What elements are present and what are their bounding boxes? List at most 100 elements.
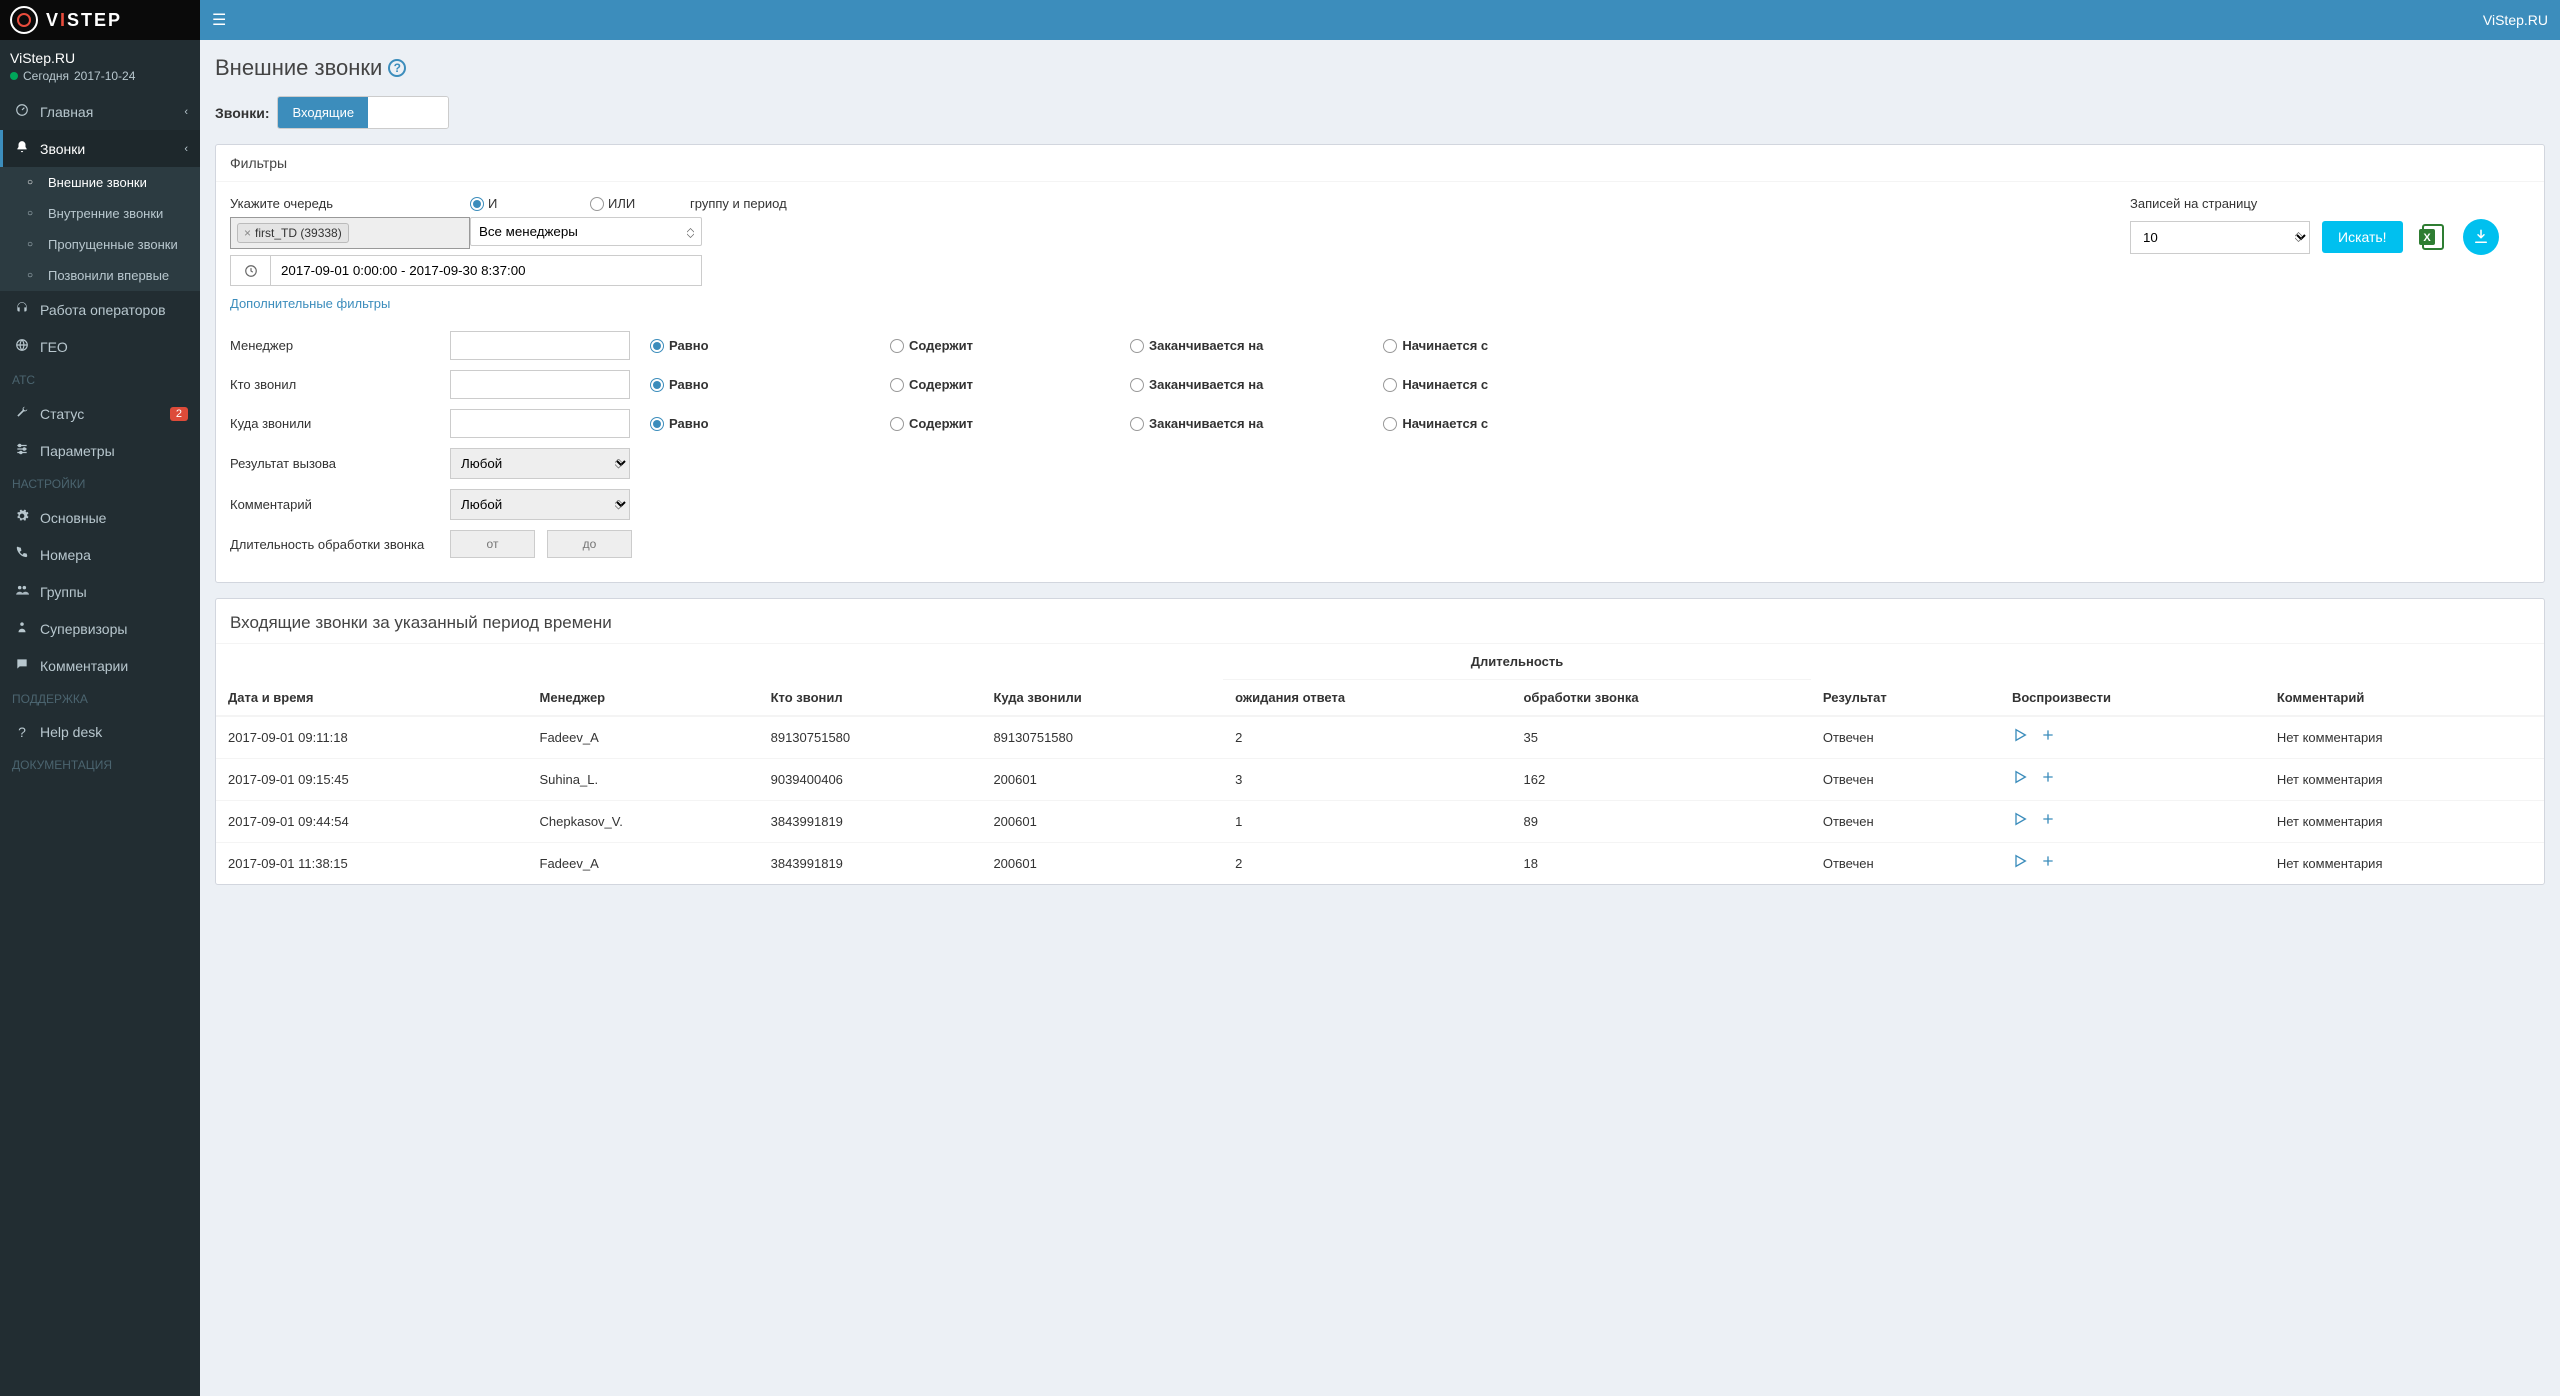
adv-label-comment: Комментарий [230,497,430,512]
opt-startswith[interactable]: Начинается с [1383,416,1503,431]
queue-tag: × first_TD (39338) [237,223,349,243]
nav-label: Номера [40,547,91,563]
nav-label: Основные [40,510,106,526]
table-row: 2017-09-01 09:15:45Suhina_L.903940040620… [216,759,2544,801]
nav-status[interactable]: Статус 2 [0,395,200,432]
cell-wait: 1 [1223,801,1511,843]
radio-or[interactable] [590,197,604,211]
adv-manager-input[interactable] [450,331,630,360]
section-atc: АТС [0,365,200,395]
cell-actions [2000,759,2265,801]
adv-comment-select[interactable]: Любой [450,489,630,520]
cell-comment: Нет комментария [2265,716,2544,759]
th-result[interactable]: Результат [1811,644,2000,717]
opt-endswith[interactable]: Заканчивается на [1130,416,1263,431]
opt-startswith[interactable]: Начинается с [1383,338,1503,353]
opt-contains[interactable]: Содержит [890,416,1010,431]
opt-startswith[interactable]: Начинается с [1383,377,1503,392]
cell-manager: Fadeev_A [528,843,759,885]
nav-geo[interactable]: ГЕО [0,328,200,365]
opt-contains[interactable]: Содержит [890,377,1010,392]
filter-or[interactable]: ИЛИ [590,196,690,211]
th-handle[interactable]: обработки звонка [1511,680,1810,717]
chevron-left-icon: ‹ [184,106,188,118]
excel-export-icon[interactable]: X [2415,219,2451,255]
per-page-select[interactable]: 10 [2130,221,2310,254]
radio-and[interactable] [470,197,484,211]
adv-result-select[interactable]: Любой [450,448,630,479]
tag-remove-icon[interactable]: × [244,226,251,240]
adv-caller-input[interactable] [450,370,630,399]
opt-endswith[interactable]: Заканчивается на [1130,338,1263,353]
queue-input[interactable]: × first_TD (39338) [230,217,470,249]
daterange-input[interactable] [270,255,702,286]
nav-operators[interactable]: Работа операторов [0,291,200,328]
nav-settings-main[interactable]: Основные [0,499,200,536]
help-icon[interactable]: ? [388,59,406,77]
plus-icon[interactable] [2040,853,2056,874]
subnav-internal-calls[interactable]: ○ Внутренние звонки [0,198,200,229]
tab-incoming[interactable]: Входящие [278,97,368,128]
subnav-first-calls[interactable]: ○ Позвонили впервые [0,260,200,291]
th-manager[interactable]: Менеджер [528,644,759,717]
th-duration-group: Длительность [1223,644,1811,680]
play-icon[interactable] [2012,811,2028,832]
opt-contains[interactable]: Содержит [890,338,1010,353]
person-icon [12,620,32,637]
play-icon[interactable] [2012,727,2028,748]
nav-numbers[interactable]: Номера [0,536,200,573]
cell-datetime: 2017-09-01 11:38:15 [216,843,528,885]
opt-equals[interactable]: Равно [650,338,770,353]
opt-equals[interactable]: Равно [650,377,770,392]
download-icon[interactable] [2463,219,2499,255]
nav-params[interactable]: Параметры [0,432,200,469]
page-title: Внешние звонки ? [215,55,2545,81]
play-icon[interactable] [2012,769,2028,790]
opt-equals[interactable]: Равно [650,416,770,431]
th-callee[interactable]: Куда звонили [981,644,1223,717]
nav-supervisors[interactable]: Супервизоры [0,610,200,647]
filter-and[interactable]: И [470,196,590,211]
section-support: ПОДДЕРЖКА [0,684,200,714]
menu-toggle-icon[interactable]: ☰ [212,10,226,30]
filters-panel: Фильтры Укажите очередь И [215,144,2545,583]
nav-label: Статус [40,406,84,422]
nav-label: Help desk [40,724,102,740]
nav-home[interactable]: Главная ‹ [0,93,200,130]
table-row: 2017-09-01 09:44:54Chepkasov_V.384399181… [216,801,2544,843]
sliders-icon [12,442,32,459]
advanced-filters-toggle[interactable]: Дополнительные фильтры [230,296,390,311]
duration-from-input[interactable] [450,530,535,558]
cell-datetime: 2017-09-01 09:15:45 [216,759,528,801]
opt-endswith[interactable]: Заканчивается на [1130,377,1263,392]
manager-select[interactable]: Все менеджеры [470,217,702,246]
subnav-missed-calls[interactable]: ○ Пропущенные звонки [0,229,200,260]
cell-wait: 2 [1223,716,1511,759]
tab-outgoing[interactable] [368,97,448,128]
th-wait[interactable]: ожидания ответа [1223,680,1511,717]
th-datetime[interactable]: Дата и время [216,644,528,717]
nav-comments[interactable]: Комментарии [0,647,200,684]
play-icon[interactable] [2012,853,2028,874]
plus-icon[interactable] [2040,769,2056,790]
cell-caller: 9039400406 [759,759,982,801]
cell-result: Отвечен [1811,801,2000,843]
cell-manager: Suhina_L. [528,759,759,801]
results-panel: Входящие звонки за указанный период врем… [215,598,2545,885]
nav-helpdesk[interactable]: ? Help desk [0,714,200,750]
nav-groups[interactable]: Группы [0,573,200,610]
plus-icon[interactable] [2040,811,2056,832]
plus-icon[interactable] [2040,727,2056,748]
user-name: ViStep.RU [10,50,190,66]
subnav-external-calls[interactable]: ○ Внешние звонки [0,167,200,198]
table-title: Входящие звонки за указанный период врем… [216,599,2544,643]
logo-text: VISTEP [46,10,122,31]
svg-text:X: X [2423,232,2431,244]
duration-to-input[interactable] [547,530,632,558]
cell-result: Отвечен [1811,843,2000,885]
search-button[interactable]: Искать! [2322,221,2403,253]
adv-callee-input[interactable] [450,409,630,438]
nav-calls[interactable]: Звонки ‹ [0,130,200,167]
main: ☰ ViStep.RU Внешние звонки ? Звонки: Вхо… [200,0,2560,1396]
th-caller[interactable]: Кто звонил [759,644,982,717]
